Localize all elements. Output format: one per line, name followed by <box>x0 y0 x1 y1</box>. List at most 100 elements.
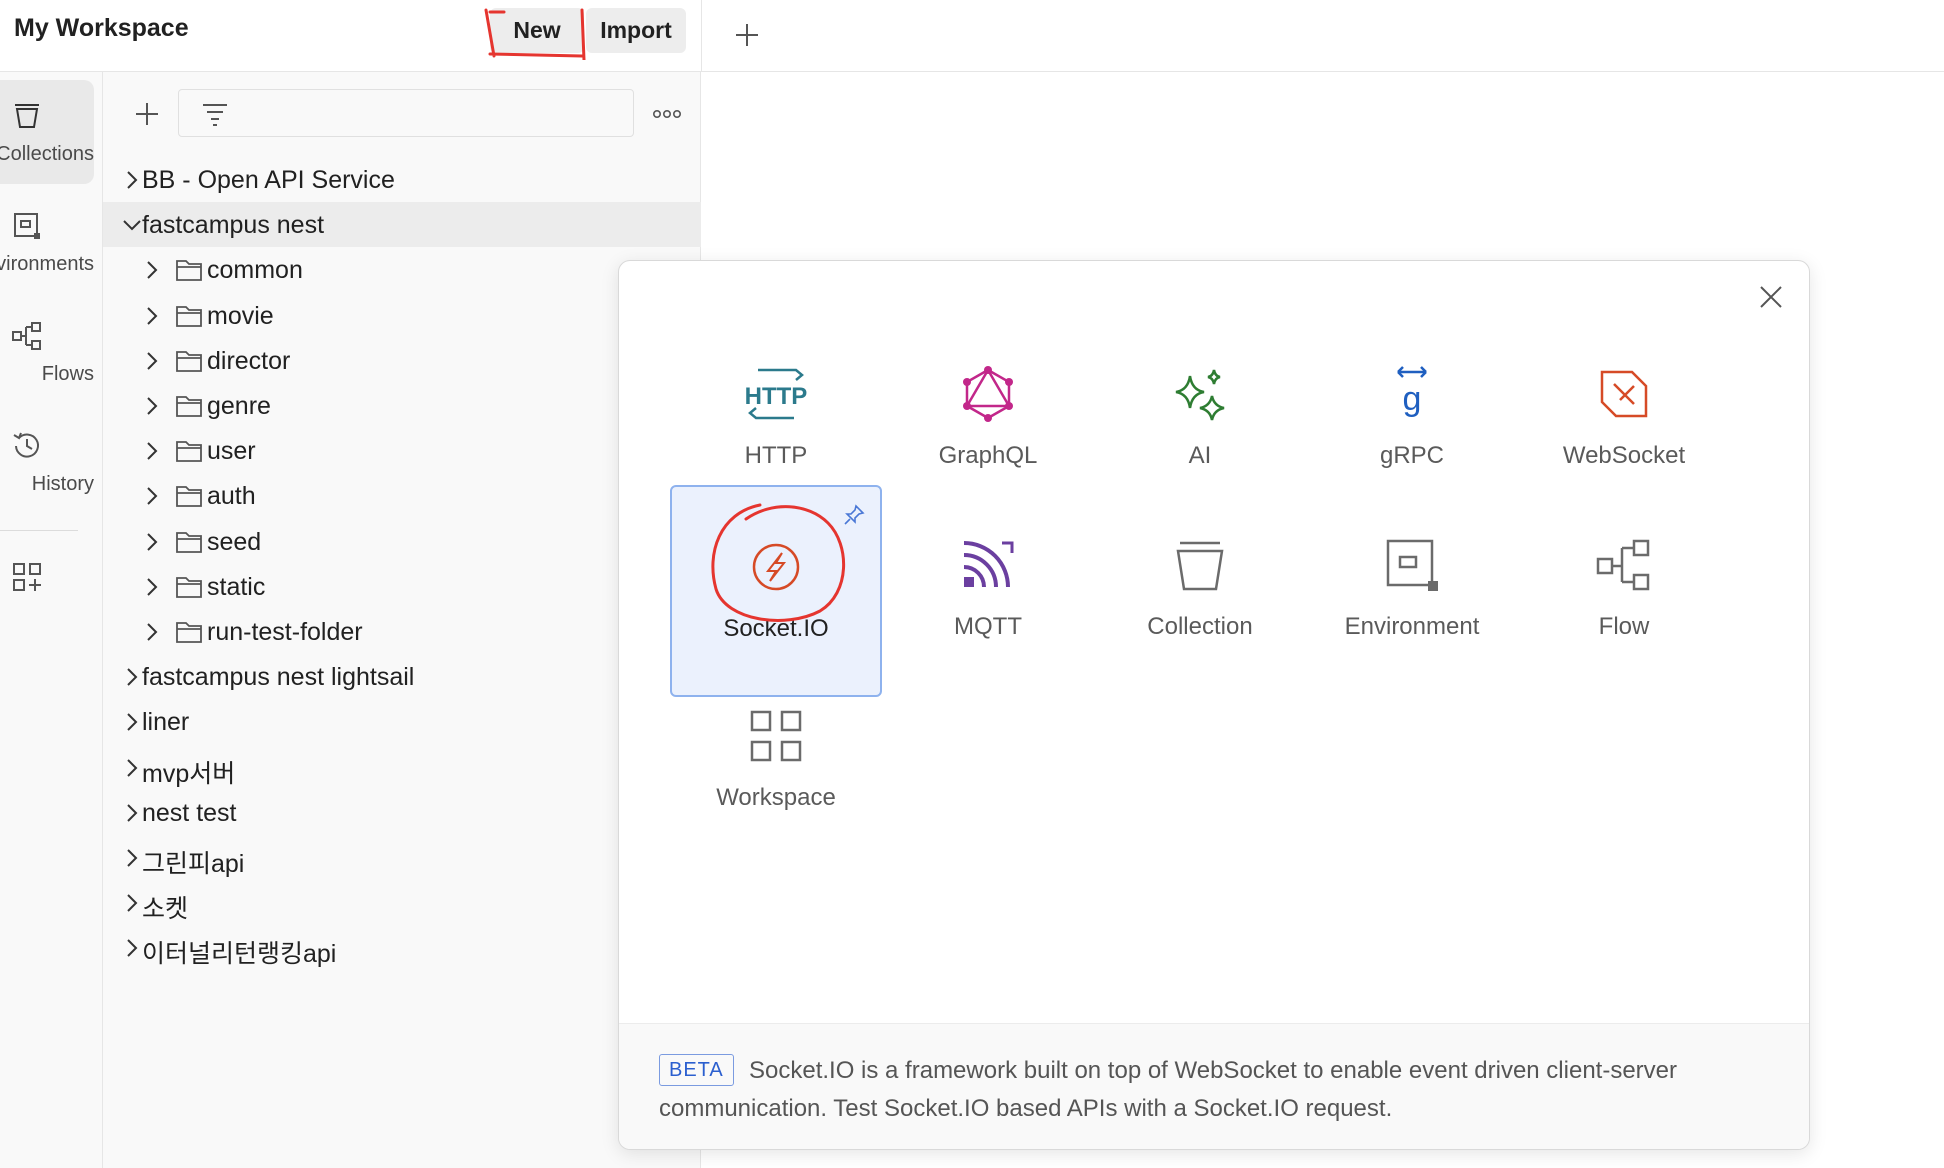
chevron-down-icon[interactable] <box>121 214 143 236</box>
import-button[interactable]: Import <box>586 8 686 53</box>
filter-icon <box>203 104 227 126</box>
folder-row[interactable]: user <box>103 428 701 473</box>
folder-label: static <box>207 572 266 601</box>
tile-label-websocket: WebSocket <box>1562 442 1686 469</box>
annotation-circle-socketio <box>711 503 846 622</box>
folder-row[interactable]: auth <box>103 473 701 518</box>
tile-label-graphql: GraphQL <box>938 442 1038 469</box>
more-options-icon[interactable] <box>647 94 687 134</box>
rail-item-add-apps[interactable] <box>0 542 94 612</box>
collection-label: fastcampus nest <box>142 211 325 240</box>
collection-label: 이터널리턴랭킹api <box>142 940 337 969</box>
tile-collection[interactable]: Collection <box>1094 485 1306 697</box>
folder-row[interactable]: director <box>103 338 701 383</box>
http-icon: HTTP <box>745 368 807 420</box>
close-icon <box>1760 286 1782 308</box>
folder-icon <box>176 622 202 643</box>
folder-icon <box>176 576 202 598</box>
folder-icon <box>176 441 202 463</box>
collection-label: 소켓 <box>142 895 189 924</box>
chevron-right-icon[interactable] <box>141 395 163 417</box>
folder-row[interactable]: run-test-folder <box>103 609 701 654</box>
chevron-right-icon[interactable] <box>141 621 163 643</box>
collection-row[interactable]: BB - Open API Service <box>103 157 701 202</box>
tile-label-collection: Collection <box>1147 613 1253 640</box>
folder-row[interactable]: genre <box>103 383 701 428</box>
collection-label: fastcampus nest lightsail <box>142 663 415 692</box>
folder-label: user <box>207 437 256 466</box>
new-tab-button[interactable] <box>726 14 768 56</box>
flow-icon <box>1596 539 1650 591</box>
tile-label-environment: Environment <box>1344 613 1480 640</box>
websocket-icon <box>1600 370 1648 418</box>
grpc-icon: g <box>1397 366 1427 418</box>
collection-row[interactable]: 소켓 <box>103 880 701 925</box>
rail-item-collections[interactable]: Collections <box>0 80 94 184</box>
collection-row[interactable]: mvp서버 <box>103 745 701 790</box>
chevron-right-icon[interactable] <box>121 937 143 959</box>
tile-flow[interactable]: Flow <box>1518 485 1730 697</box>
collection-label: mvp서버 <box>142 759 236 788</box>
folder-row[interactable]: common <box>103 247 701 292</box>
tile-environment[interactable]: Environment <box>1306 485 1518 697</box>
workspace-title[interactable]: My Workspace <box>14 14 189 43</box>
chevron-right-icon[interactable] <box>141 576 163 598</box>
rail-item-environments[interactable]: Environments <box>0 190 94 294</box>
modal-footer: Socket.IO is a framework built on top of… <box>619 1023 1809 1149</box>
folder-row[interactable]: static <box>103 564 701 609</box>
tile-workspace[interactable]: Workspace <box>670 656 882 868</box>
chevron-right-icon[interactable] <box>121 169 143 191</box>
collection-row[interactable]: liner <box>103 699 701 744</box>
add-apps-icon <box>13 563 41 591</box>
tile-label-grpc: gRPC <box>1379 442 1445 469</box>
collection-row[interactable]: 이터널리턴랭킹api <box>103 925 701 970</box>
rail-label-collections: Collections <box>0 142 94 165</box>
chevron-right-icon[interactable] <box>121 892 143 914</box>
chevron-right-icon[interactable] <box>121 847 143 869</box>
collection-icon <box>15 103 39 128</box>
rail-label-flows: Flows <box>41 362 94 385</box>
filter-input[interactable] <box>178 89 634 137</box>
create-new-modal: HTTP HTTP GraphQL AI g gRPC WebSocket So… <box>618 260 1810 1150</box>
socketio-description: Socket.IO is a framework built on top of… <box>659 1057 1678 1122</box>
tile-label-http: HTTP <box>744 442 808 469</box>
chevron-right-icon[interactable] <box>141 440 163 462</box>
chevron-right-icon[interactable] <box>121 757 143 779</box>
create-collection-button[interactable] <box>127 94 167 134</box>
mqtt-icon <box>963 541 1014 588</box>
folder-row[interactable]: seed <box>103 519 701 564</box>
rail-divider <box>0 530 78 531</box>
folder-label: seed <box>207 527 262 556</box>
collection-row[interactable]: nest test <box>103 790 701 835</box>
collection-row[interactable]: fastcampus nest lightsail <box>103 654 701 699</box>
rail-item-flows[interactable]: Flows <box>0 300 94 404</box>
chevron-right-icon[interactable] <box>141 305 163 327</box>
tile-label-ai: AI <box>1188 442 1212 469</box>
folder-label: movie <box>207 301 274 330</box>
chevron-right-icon[interactable] <box>141 259 163 281</box>
folder-label: common <box>207 256 303 285</box>
collection-label: nest test <box>142 798 237 827</box>
rail-item-history[interactable]: History <box>0 410 94 514</box>
ai-sparkle-icon <box>1175 369 1225 421</box>
chevron-right-icon[interactable] <box>141 350 163 372</box>
tile-label-workspace: Workspace <box>716 784 836 811</box>
chevron-right-icon[interactable] <box>121 666 143 688</box>
workspace-icon <box>750 710 802 762</box>
folder-icon <box>176 350 202 372</box>
plus-icon <box>136 103 158 125</box>
collection-row[interactable]: fastcampus nest <box>103 202 701 248</box>
close-button[interactable] <box>1751 277 1791 317</box>
environment-icon <box>1386 539 1438 591</box>
collection-label: 그린피api <box>142 850 245 878</box>
collection-row[interactable]: 그린피api <box>103 835 701 880</box>
tile-mqtt[interactable]: MQTT <box>882 485 1094 697</box>
chevron-right-icon[interactable] <box>121 802 143 824</box>
folder-row[interactable]: movie <box>103 293 701 338</box>
folder-icon <box>176 305 202 327</box>
left-rail: Collections Environments Flows History <box>0 72 103 1168</box>
chevron-right-icon[interactable] <box>121 711 143 733</box>
svg-text:g: g <box>1403 380 1422 418</box>
chevron-right-icon[interactable] <box>141 531 163 553</box>
chevron-right-icon[interactable] <box>141 485 163 507</box>
